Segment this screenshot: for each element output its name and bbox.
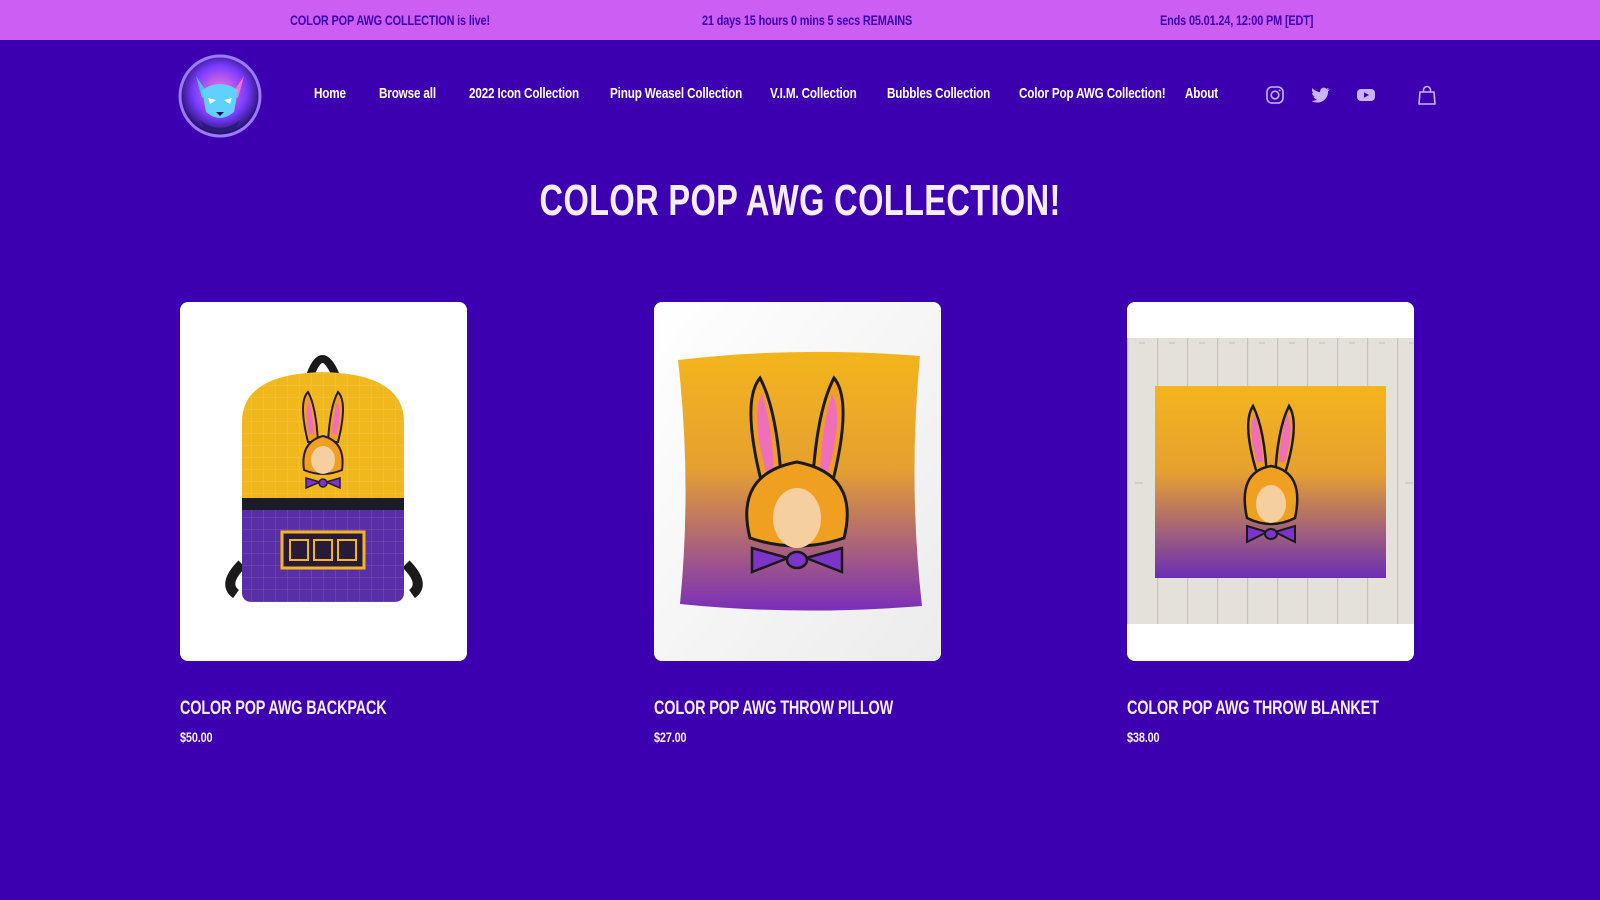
page-title: COLOR POP AWG COLLECTION! <box>539 176 1061 225</box>
shopping-bag-icon[interactable] <box>1416 83 1438 107</box>
product-name[interactable]: COLOR POP AWG THROW BLANKET <box>1127 697 1414 721</box>
product-price: $38.00 <box>1127 729 1160 745</box>
nav-vim-collection[interactable]: V.I.M. Collection <box>770 82 881 106</box>
instagram-icon[interactable] <box>1264 84 1286 106</box>
product-image-throw-pillow[interactable] <box>654 302 941 661</box>
product-card[interactable]: COLOR POP AWG THROW BLANKET $38.00 <box>1127 302 1414 747</box>
twitter-icon[interactable] <box>1309 84 1331 106</box>
nav-about[interactable]: About <box>1185 82 1227 106</box>
nav-2022-icon-collection[interactable]: 2022 Icon Collection <box>469 82 610 106</box>
product-name[interactable]: COLOR POP AWG BACKPACK <box>180 697 467 721</box>
product-price: $50.00 <box>180 729 213 745</box>
product-price: $27.00 <box>654 729 687 745</box>
product-image-backpack[interactable] <box>180 302 467 661</box>
nav-color-pop-awg-collection[interactable]: Color Pop AWG Collection! <box>1019 82 1207 106</box>
announcement-end-date: Ends 05.01.24, 12:00 PM [EDT] <box>1160 12 1314 28</box>
nav-browse-all[interactable]: Browse all <box>379 82 452 106</box>
product-image-throw-blanket[interactable] <box>1127 302 1414 661</box>
product-name[interactable]: COLOR POP AWG THROW PILLOW <box>654 697 941 721</box>
product-card[interactable]: COLOR POP AWG BACKPACK $50.00 <box>180 302 467 747</box>
nav-home[interactable]: Home <box>314 82 355 106</box>
announcement-bar: COLOR POP AWG COLLECTION is live! 21 day… <box>0 0 1600 40</box>
nav-pinup-weasel-collection[interactable]: Pinup Weasel Collection <box>610 82 779 106</box>
countdown-timer: 21 days 15 hours 0 mins 5 secs REMAINS <box>702 12 913 28</box>
youtube-icon[interactable] <box>1355 84 1377 106</box>
nav-bubbles-collection[interactable]: Bubbles Collection <box>887 82 1019 106</box>
announcement-live-text: COLOR POP AWG COLLECTION is live! <box>290 12 490 28</box>
product-card[interactable]: COLOR POP AWG THROW PILLOW $27.00 <box>654 302 941 747</box>
